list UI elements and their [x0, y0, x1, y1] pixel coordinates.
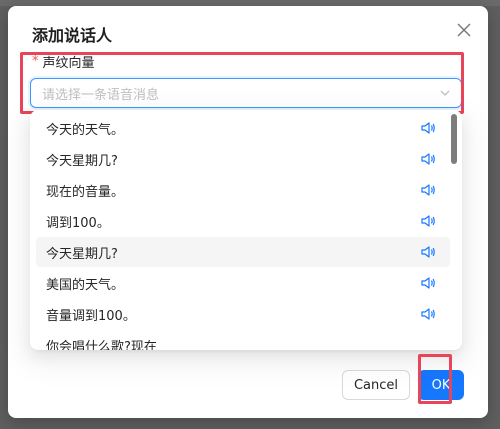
- sound-icon[interactable]: [420, 306, 436, 322]
- option-label: 你会唱什么歌?现在: [46, 339, 157, 351]
- voiceprint-field-label: * 声纹向量: [32, 52, 95, 71]
- sound-icon[interactable]: [420, 244, 436, 260]
- voice-message-dropdown: 今天的天气。 今天星期几? 现在的音量。 调到100。 今天星期几? 美国的天气…: [30, 110, 462, 350]
- option-label: 今天星期几?: [46, 246, 118, 262]
- cancel-button[interactable]: Cancel: [342, 370, 410, 400]
- sound-icon[interactable]: [420, 182, 436, 198]
- modal-title: 添加说话人: [32, 26, 113, 45]
- ok-button[interactable]: OK: [418, 370, 464, 400]
- sound-icon[interactable]: [420, 213, 436, 229]
- close-icon: [457, 23, 471, 37]
- option-label: 美国的天气。: [46, 277, 125, 293]
- option-item[interactable]: 现在的音量。: [36, 175, 450, 205]
- option-item[interactable]: 音量调到100。: [36, 299, 450, 329]
- sound-icon[interactable]: [420, 275, 436, 291]
- option-label: 今天星期几?: [46, 153, 118, 169]
- option-item[interactable]: 今天星期几?: [36, 144, 450, 174]
- select-placeholder: 请选择一条语音消息: [42, 87, 160, 103]
- option-item[interactable]: 你会唱什么歌?现在: [36, 330, 450, 351]
- dropdown-scrollbar[interactable]: [451, 114, 457, 164]
- option-item[interactable]: 美国的天气。: [36, 268, 450, 298]
- option-label: 现在的音量。: [46, 184, 125, 200]
- option-item[interactable]: 调到100。: [36, 206, 450, 236]
- chevron-down-icon: [440, 90, 450, 96]
- option-item[interactable]: 今天的天气。: [36, 113, 450, 143]
- option-item-hovered[interactable]: 今天星期几?: [36, 237, 450, 267]
- option-label: 今天的天气。: [46, 122, 125, 138]
- voice-message-select[interactable]: 请选择一条语音消息: [30, 78, 462, 108]
- option-label: 调到100。: [46, 215, 110, 231]
- sound-icon[interactable]: [420, 151, 436, 167]
- field-label-text: 声纹向量: [42, 56, 95, 71]
- close-button[interactable]: [452, 18, 476, 42]
- option-label: 音量调到100。: [46, 308, 136, 324]
- required-mark: *: [32, 54, 39, 69]
- sound-icon[interactable]: [420, 120, 436, 136]
